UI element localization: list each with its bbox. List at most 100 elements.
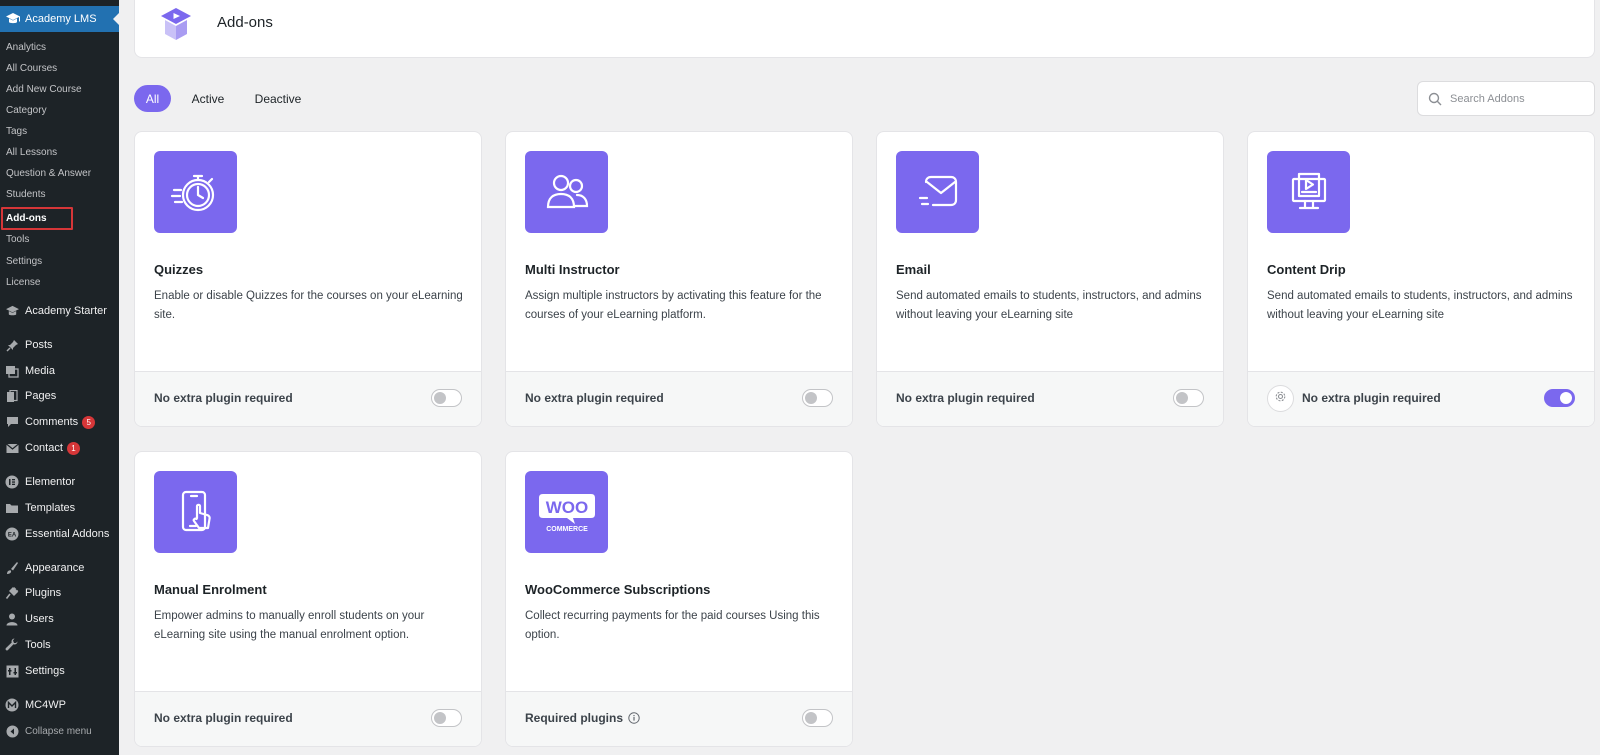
envelope-icon [896, 151, 979, 233]
search-box[interactable] [1417, 81, 1595, 116]
sidebar-item-comments[interactable]: Comments 5 [0, 411, 119, 433]
addon-toggle-multi-instructor[interactable] [802, 389, 833, 407]
addon-title: Email [896, 262, 931, 277]
submenu-students[interactable]: Students [0, 185, 119, 203]
addon-toggle-quizzes[interactable] [431, 389, 462, 407]
contact-count-badge: 1 [66, 441, 80, 455]
sidebar-item-contact[interactable]: Contact 1 [0, 437, 119, 459]
addon-title: WooCommerce Subscriptions [525, 582, 711, 597]
addon-toggle-woocommerce-subscriptions[interactable] [802, 709, 833, 727]
search-input[interactable] [1450, 92, 1590, 105]
sidebar-item-media[interactable]: Media [0, 360, 119, 382]
mc4wp-icon [4, 697, 20, 713]
sidebar-label: Academy Starter [25, 305, 107, 317]
phone-tap-icon [154, 471, 237, 553]
sidebar-label: Templates [25, 502, 76, 514]
toggle-knob [1560, 392, 1572, 404]
addon-footer-text: No extra plugin required [896, 391, 1035, 405]
academy-starter-icon [4, 303, 20, 319]
sidebar-item-academy-starter[interactable]: Academy Starter [0, 300, 119, 322]
page-header: Add-ons [134, 0, 1595, 58]
sidebar-item-posts[interactable]: Posts [0, 334, 119, 356]
woocommerce-logo-icon: WOO COMMERCE [525, 471, 608, 553]
addon-description: Collect recurring payments for the paid … [525, 610, 820, 641]
addon-card-quizzes: Quizzes Enable or disable Quizzes for th… [134, 131, 482, 427]
search-icon [1428, 92, 1442, 106]
sidebar-label: Contact [25, 442, 63, 454]
page-title: Add-ons [217, 14, 273, 31]
collapse-menu-button[interactable]: Collapse menu [0, 720, 119, 742]
addon-toggle-manual-enrolment[interactable] [431, 709, 462, 727]
submenu-category[interactable]: Category [0, 101, 119, 119]
addon-toggle-content-drip[interactable] [1544, 389, 1575, 407]
graduation-cap-icon [4, 10, 22, 28]
addon-footer: Required plugins [506, 691, 852, 746]
toggle-knob [805, 392, 817, 404]
addon-card-email: Email Send automated emails to students,… [876, 131, 1224, 427]
brush-icon [4, 560, 20, 576]
svg-text:WOO: WOO [545, 498, 588, 517]
sidebar-item-academy-lms[interactable]: Academy LMS [0, 6, 119, 32]
sidebar-item-appearance[interactable]: Appearance [0, 557, 119, 579]
submenu-license[interactable]: License [0, 273, 119, 291]
sidebar-item-mc4wp[interactable]: MC4WP [0, 694, 119, 716]
submenu-tags[interactable]: Tags [0, 122, 119, 140]
submenu-all-courses[interactable]: All Courses [0, 59, 119, 77]
filter-tab-active[interactable]: Active [184, 85, 232, 112]
addon-footer-text: No extra plugin required [154, 711, 293, 725]
submenu-question-answer[interactable]: Question & Answer [0, 164, 119, 182]
essential-addons-icon: EA [4, 526, 20, 542]
filter-tab-deactive[interactable]: Deactive [246, 85, 310, 112]
users-icon [525, 151, 608, 233]
sidebar-label: Appearance [25, 562, 85, 574]
addon-description: Empower admins to manually enroll studen… [154, 610, 425, 641]
sidebar-label: Tools [25, 639, 51, 651]
addon-toggle-email[interactable] [1173, 389, 1204, 407]
addon-title: Multi Instructor [525, 262, 620, 277]
media-icon [4, 363, 20, 379]
addon-settings-button[interactable] [1267, 385, 1294, 412]
sidebar-item-tools[interactable]: Tools [0, 634, 119, 656]
sidebar-item-settings[interactable]: Settings [0, 660, 119, 682]
sidebar-item-pages[interactable]: Pages [0, 385, 119, 407]
sidebar-label: Pages [25, 390, 57, 402]
submenu-tools[interactable]: Tools [0, 230, 119, 248]
addon-card-manual-enrolment: Manual Enrolment Empower admins to manua… [134, 451, 482, 747]
sidebar-item-templates[interactable]: Templates [0, 497, 119, 519]
addon-card-woocommerce-subscriptions: WOO COMMERCE WooCommerce Subscriptions C… [505, 451, 853, 747]
submenu-settings[interactable]: Settings [0, 252, 119, 270]
sidebar-label: MC4WP [25, 699, 66, 711]
user-icon [4, 611, 20, 627]
submenu-all-lessons[interactable]: All Lessons [0, 143, 119, 161]
addon-footer-text: No extra plugin required [525, 391, 664, 405]
comments-icon [4, 414, 20, 430]
sidebar-label: Settings [25, 665, 65, 677]
sidebar-header-label: Academy LMS [25, 13, 97, 25]
sidebar-label: Plugins [25, 587, 62, 599]
submenu-analytics[interactable]: Analytics [0, 38, 119, 56]
addon-footer: No extra plugin required [506, 371, 852, 426]
admin-sidebar: Academy LMS Analytics All Courses Add Ne… [0, 0, 119, 755]
sidebar-label: Media [25, 365, 55, 377]
addon-description: Send automated emails to students, instr… [896, 290, 1202, 321]
sidebar-label: Essential Addons [25, 528, 110, 540]
filter-tab-all[interactable]: All [134, 85, 171, 112]
svg-text:COMMERCE: COMMERCE [546, 526, 588, 533]
addon-description: Send automated emails to students, instr… [1267, 290, 1573, 321]
addon-footer: No extra plugin required [135, 371, 481, 426]
sidebar-item-elementor[interactable]: Elementor [0, 471, 119, 493]
info-icon[interactable] [628, 712, 640, 724]
addon-card-multi-instructor: Multi Instructor Assign multiple instruc… [505, 131, 853, 427]
addon-description: Assign multiple instructors by activatin… [525, 290, 822, 321]
sidebar-item-plugins[interactable]: Plugins [0, 582, 119, 604]
current-menu-arrow [113, 13, 119, 25]
academy-logo-icon [155, 4, 197, 44]
addon-card-content-drip: Content Drip Send automated emails to st… [1247, 131, 1595, 427]
addon-footer-text: No extra plugin required [1302, 391, 1441, 405]
svg-text:EA: EA [8, 533, 17, 539]
sidebar-item-users[interactable]: Users [0, 608, 119, 630]
pages-icon [4, 388, 20, 404]
sidebar-item-essential-addons[interactable]: EA Essential Addons [0, 523, 119, 545]
submenu-add-new-course[interactable]: Add New Course [0, 80, 119, 98]
sidebar-label: Posts [25, 339, 53, 351]
